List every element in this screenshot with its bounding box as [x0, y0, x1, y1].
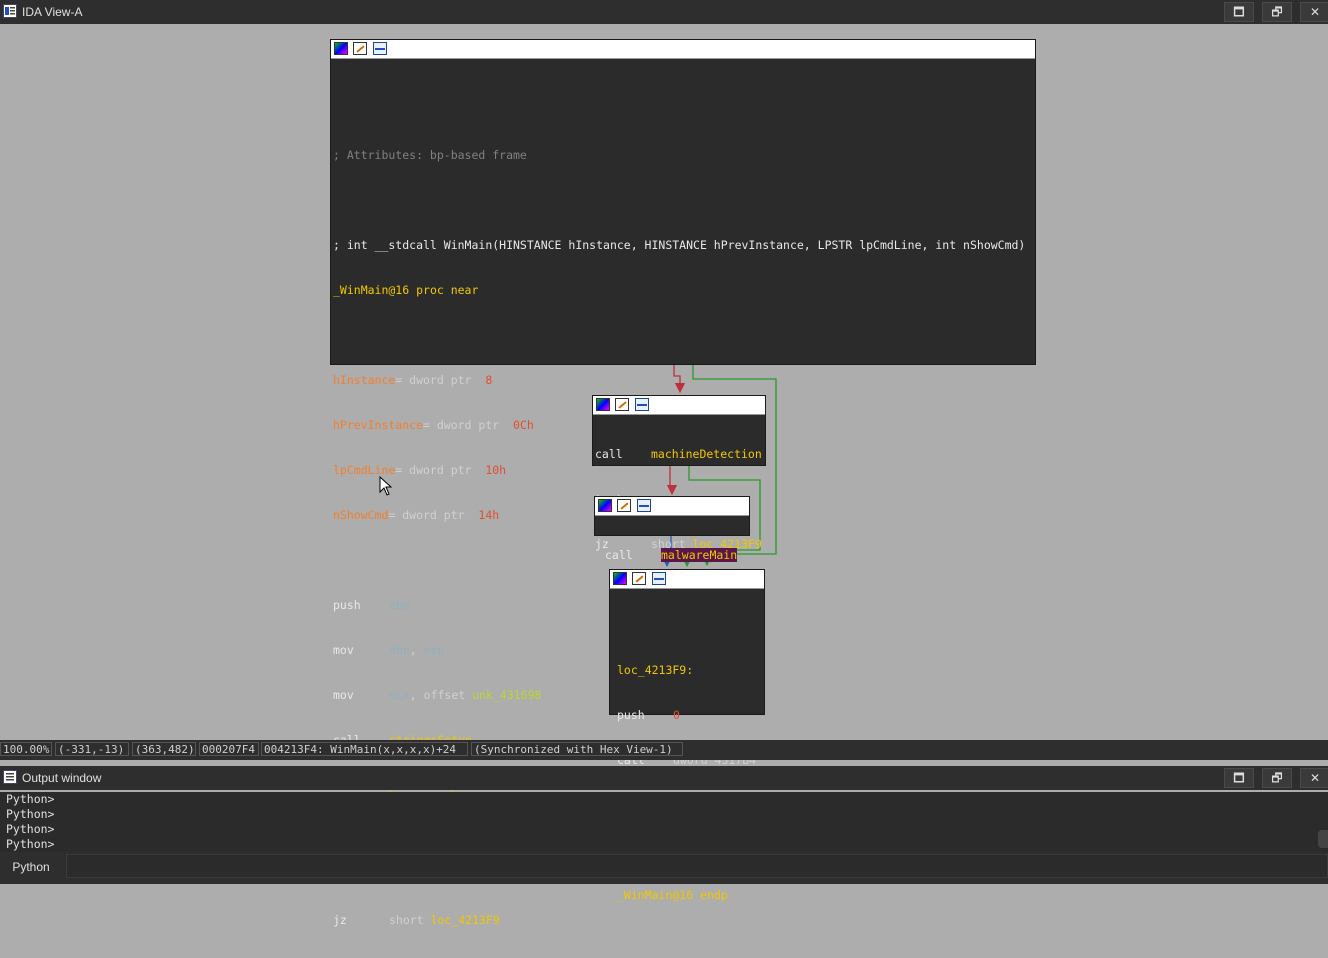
- mouse-coords: (363,482): [132, 742, 196, 756]
- rename-node-icon[interactable]: [617, 499, 631, 512]
- status-bar: 100.00% (-331,-13) (363,482) 000207F4 00…: [0, 740, 1328, 760]
- output-line: Python>: [6, 837, 55, 851]
- graph-view[interactable]: ; Attributes: bp-based frame ; int __std…: [0, 24, 1328, 927]
- cli-language-button[interactable]: Python: [0, 854, 62, 880]
- zoom-level: 100.00%: [0, 742, 52, 756]
- node-header: [595, 497, 749, 516]
- mouse-cursor-icon: [379, 476, 393, 496]
- instruction-line: call malwareMain: [605, 548, 738, 562]
- graph-node-malware-main[interactable]: call malwareMain: [594, 496, 750, 562]
- group-node-icon[interactable]: [373, 42, 387, 55]
- group-node-icon[interactable]: [635, 398, 649, 411]
- file-offset: 000207F4: [199, 742, 259, 756]
- group-node-icon[interactable]: [637, 499, 651, 512]
- window-title: IDA View-A: [22, 5, 83, 19]
- output-scrollbar[interactable]: [1318, 830, 1328, 848]
- instruction-line: call machineDetection: [595, 447, 762, 461]
- graph-node-loc-4213f9[interactable]: loc_4213F9: push0 calldword_4317B4 popeb…: [609, 569, 765, 902]
- output-close-button[interactable]: ✕: [1300, 768, 1328, 788]
- attributes-comment: ; Attributes: bp-based frame: [333, 148, 527, 162]
- group-node-icon[interactable]: [652, 572, 666, 585]
- cli-input[interactable]: [66, 854, 1328, 878]
- node-header: [331, 40, 1035, 59]
- restore-button[interactable]: 🗗: [1262, 2, 1292, 22]
- graph-node-machine-detection[interactable]: callmachineDetection testeax, eax jzshor…: [592, 395, 766, 551]
- output-log[interactable]: Python> Python> Python> Python>: [0, 792, 1328, 852]
- rename-node-icon[interactable]: [615, 398, 629, 411]
- color-node-icon[interactable]: [613, 572, 627, 585]
- output-maximize-button[interactable]: 🗖: [1224, 768, 1254, 788]
- highlighted-symbol[interactable]: malwareMain: [661, 548, 738, 562]
- graph-coords: (-331,-13): [55, 742, 129, 756]
- command-line-bar: Python: [0, 852, 1328, 884]
- output-window-title: Output window: [22, 771, 102, 785]
- color-node-icon[interactable]: [334, 42, 348, 55]
- maximize-button[interactable]: 🗖: [1224, 2, 1254, 22]
- node-header: [610, 570, 764, 589]
- instruction-line: push 0: [617, 708, 680, 722]
- output-line: Python>: [6, 807, 55, 821]
- var-line: hInstance= dword ptr 8: [333, 373, 493, 387]
- node-header: [593, 396, 765, 415]
- graph-node-winmain[interactable]: ; Attributes: bp-based frame ; int __std…: [330, 39, 1036, 927]
- current-location: 004213F4: WinMain(x,x,x,x)+24: [261, 742, 468, 756]
- ida-view-titlebar: IDA View-A 🗖 🗗 ✕: [0, 0, 1328, 24]
- sync-status: (Synchronized with Hex View-1): [471, 742, 683, 756]
- color-node-icon[interactable]: [598, 499, 612, 512]
- loc-label[interactable]: loc_4213F9:: [617, 663, 762, 678]
- output-window-icon: [3, 770, 17, 784]
- rename-node-icon[interactable]: [353, 42, 367, 55]
- proc-line: _WinMain@16 proc near: [333, 283, 479, 297]
- proc-name[interactable]: _WinMain@16: [333, 283, 409, 297]
- function-signature: ; int __stdcall WinMain(HINSTANCE hInsta…: [333, 238, 1026, 252]
- rename-node-icon[interactable]: [632, 572, 646, 585]
- ida-view-icon: [3, 4, 17, 18]
- instruction-line: jzshort loc_4213F9: [333, 913, 500, 927]
- output-line: Python>: [6, 792, 55, 806]
- color-node-icon[interactable]: [596, 398, 610, 411]
- output-restore-button[interactable]: 🗗: [1262, 768, 1292, 788]
- output-window-titlebar: Output window 🗖 🗗 ✕: [0, 766, 1328, 790]
- output-line: Python>: [6, 822, 55, 836]
- endp-line: _WinMain@16 endp: [617, 888, 728, 902]
- close-button[interactable]: ✕: [1300, 2, 1328, 22]
